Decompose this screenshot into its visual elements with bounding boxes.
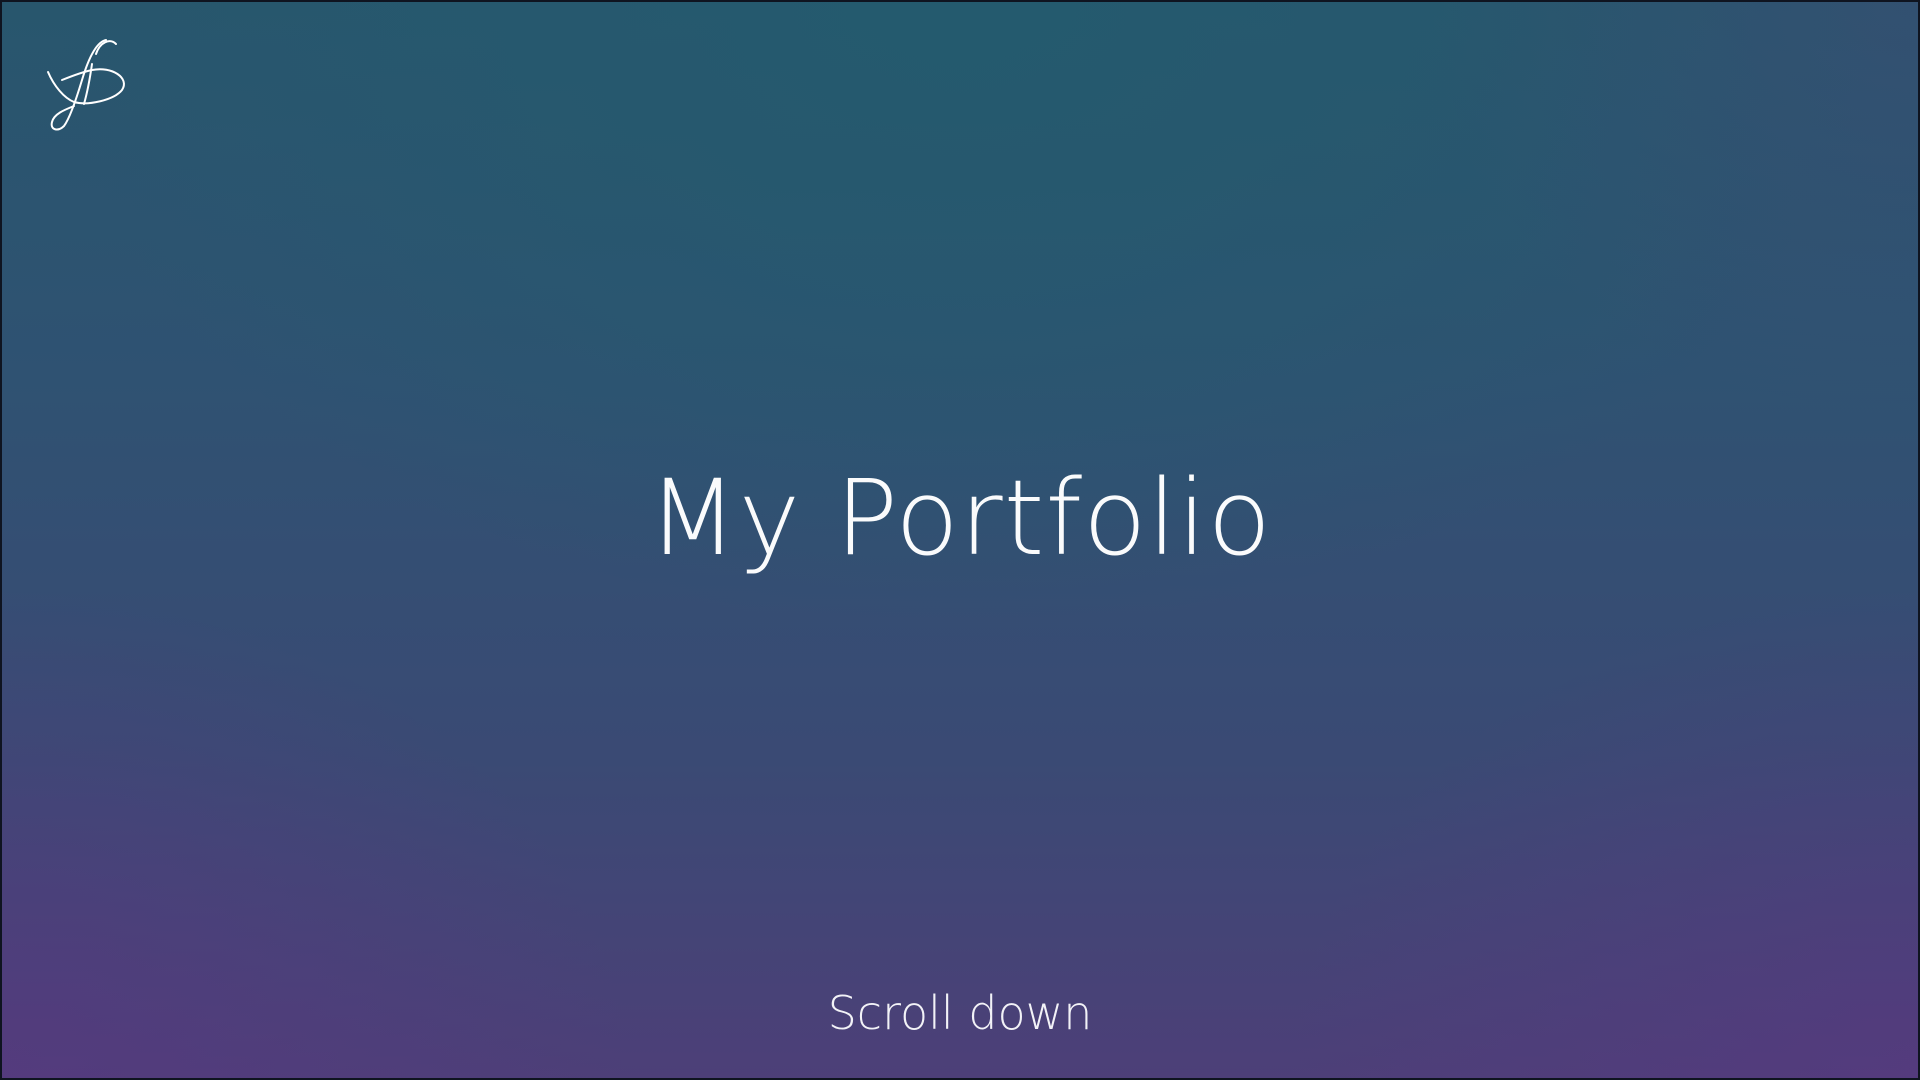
signature-logo-icon[interactable] bbox=[44, 36, 134, 132]
page-title: My Portfolio bbox=[647, 456, 1273, 579]
scroll-down-label: Scroll down bbox=[827, 986, 1093, 1040]
scroll-down-link[interactable]: Scroll down bbox=[0, 990, 1920, 1036]
